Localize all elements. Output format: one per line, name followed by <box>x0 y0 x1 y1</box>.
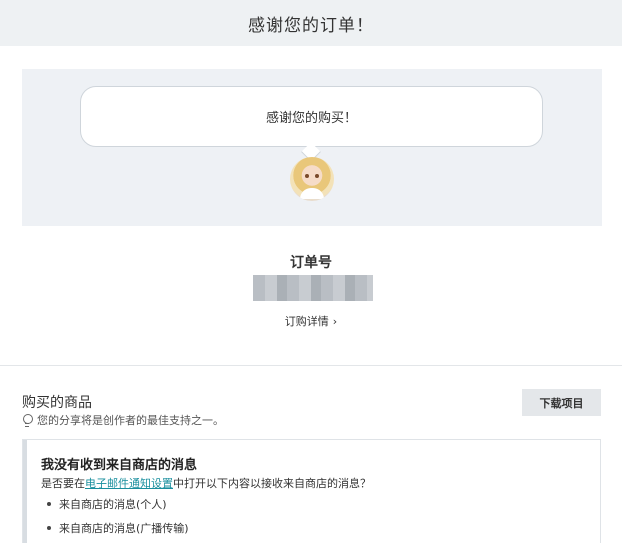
purchased-items-title: 购买的商品 <box>22 395 92 411</box>
speech-bubble-text: 感谢您的购买！ <box>265 111 357 126</box>
page-title: 感谢您的订单！ <box>248 15 374 36</box>
list-item: 来自商店的消息(广播传输) <box>45 520 189 536</box>
lightbulb-icon <box>22 414 33 427</box>
order-number-label: 订单号 <box>290 255 332 271</box>
header-bar: 感谢您的订单！ <box>0 0 622 46</box>
email-notification-settings-link[interactable]: 电子邮件通知设置 <box>85 477 173 490</box>
section-divider <box>0 365 622 366</box>
order-details-link-text[interactable]: 订购详情 <box>285 315 329 328</box>
notice-text-before: 是否要在 <box>41 477 85 490</box>
purchased-items-subtitle-text: 您的分享将是创作者的最佳支持之一。 <box>37 414 224 427</box>
order-details-link[interactable]: 订购详情 › <box>0 313 622 329</box>
thank-you-banner: 感谢您的购买！ <box>22 69 602 226</box>
notice-text: 是否要在电子邮件通知设置中打开以下内容以接收来自商店的消息？ <box>41 475 371 491</box>
purchased-items-subtitle: 您的分享将是创作者的最佳支持之一。 <box>22 412 224 428</box>
download-items-button[interactable]: 下载项目 <box>522 389 601 416</box>
store-message-notice: 我没有收到来自商店的消息 是否要在电子邮件通知设置中打开以下内容以接收来自商店的… <box>22 439 601 543</box>
notice-text-after: 中打开以下内容以接收来自商店的消息？ <box>173 477 371 490</box>
speech-bubble: 感谢您的购买！ <box>80 86 543 147</box>
order-number-value <box>253 275 373 301</box>
mascot-avatar <box>290 157 334 201</box>
list-item: 来自商店的消息(个人) <box>45 496 189 512</box>
chevron-right-icon: › <box>332 315 338 328</box>
notice-title: 我没有收到来自商店的消息 <box>41 458 198 473</box>
notice-list: 来自商店的消息(个人) 来自商店的消息(广播传输) <box>45 496 189 543</box>
